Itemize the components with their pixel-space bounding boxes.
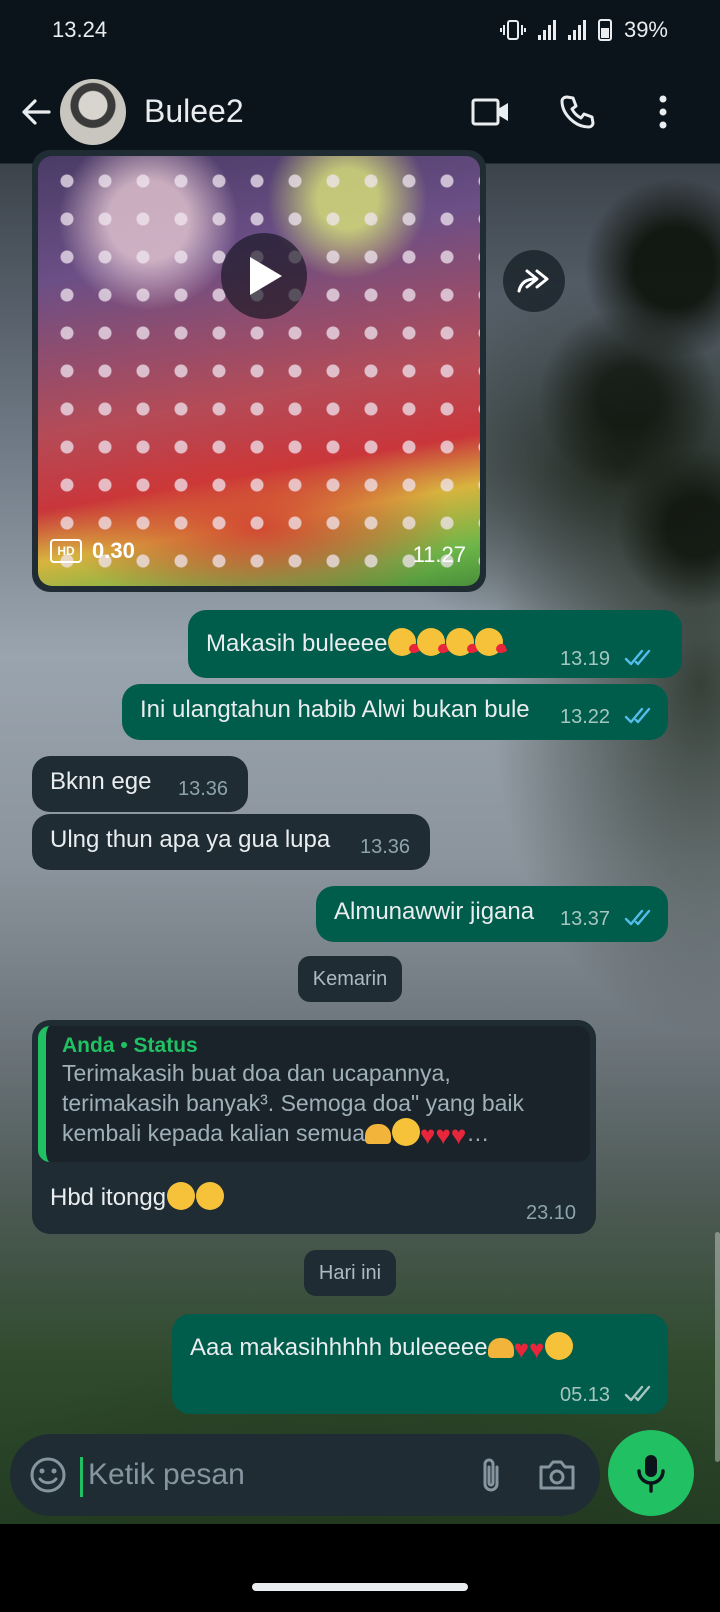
kissing-heart-emoji	[417, 628, 446, 656]
quote-line: kembali kepada kalian semua ♥♥♥…	[62, 1118, 574, 1150]
read-ticks-icon	[624, 649, 651, 666]
red-heart-emoji: ♥	[513, 1334, 529, 1364]
date-separator: Kemarin	[298, 956, 402, 1002]
message-time: 11.27	[412, 542, 466, 567]
message-text: Aaa makasihhhhh buleeeee	[190, 1334, 488, 1361]
message-time: 23.10	[526, 1202, 577, 1224]
voice-call-button[interactable]	[550, 85, 604, 139]
battery-icon	[597, 19, 612, 41]
red-heart-emoji: ♥	[529, 1334, 545, 1364]
message-text: Ulng thun apa ya gua lupa	[50, 826, 331, 853]
battery-level: 39%	[623, 17, 668, 42]
navigation-bar	[0, 1524, 720, 1612]
quote-line: Terimakasih buat doa dan ucapannya,	[62, 1060, 451, 1086]
quote-header: Anda • Status	[62, 1034, 574, 1058]
contact-name[interactable]: Bulee2	[144, 93, 244, 130]
kissing-heart-emoji	[475, 628, 504, 656]
menu-button[interactable]	[636, 85, 690, 139]
smiley-icon	[30, 1457, 66, 1493]
video-message[interactable]: HD 0.30 11.27	[32, 150, 486, 592]
red-heart-emoji: ♥	[450, 1120, 467, 1150]
arrow-left-icon	[22, 98, 51, 125]
paperclip-icon	[483, 1458, 499, 1492]
camera-icon	[539, 1460, 575, 1490]
scrollbar[interactable]	[715, 1232, 720, 1462]
message-text: Ini ulangtahun habib Alwi bukan bule	[140, 696, 530, 723]
play-icon	[250, 257, 282, 295]
message-text: Almunawwir jigana	[334, 898, 535, 925]
red-heart-emoji: ♥	[420, 1120, 436, 1150]
status-time: 13.24	[52, 17, 108, 42]
voice-message-button[interactable]	[608, 1430, 694, 1516]
more-vertical-icon	[659, 95, 667, 128]
vibrate-icon	[499, 20, 526, 40]
message-time: 13.36	[360, 836, 411, 858]
hd-badge: HD	[50, 539, 82, 563]
signal-icon-2	[567, 20, 586, 40]
signal-icon	[537, 20, 556, 40]
video-thumbnail[interactable]: HD 0.30 11.27	[38, 156, 480, 586]
kissing-heart-emoji	[388, 628, 417, 656]
quote-ellipsis: …	[466, 1120, 490, 1146]
video-camera-icon	[471, 98, 508, 125]
pleading-face-emoji	[545, 1332, 574, 1360]
read-ticks-icon	[624, 909, 651, 926]
attach-button[interactable]	[458, 1445, 524, 1505]
status-bar: 13.24 39%	[0, 0, 720, 60]
play-button[interactable]	[221, 233, 307, 319]
red-heart-emoji: ♥	[435, 1120, 451, 1150]
message-time: 13.19	[560, 648, 611, 670]
incoming-reply-message[interactable]: Anda • Status Terimakasih buat doa dan u…	[32, 1020, 596, 1234]
star-struck-emoji	[196, 1182, 225, 1210]
read-ticks-icon	[624, 707, 651, 724]
video-duration: 0.30	[92, 538, 135, 563]
heart-hands-emoji	[487, 1338, 514, 1358]
quote-line-text: kembali kepada kalian semua	[62, 1120, 366, 1146]
message-text: Bknn ege	[50, 768, 152, 795]
camera-button[interactable]	[524, 1445, 590, 1505]
message-time: 13.36	[178, 778, 229, 800]
incoming-message[interactable]: Bknn ege 13.36	[32, 756, 248, 812]
quote-separator: •	[120, 1034, 128, 1057]
microphone-icon	[637, 1455, 665, 1493]
phone-icon	[560, 95, 595, 128]
forward-button[interactable]	[503, 250, 565, 312]
chat-header: Bulee2	[0, 60, 720, 164]
quoted-status[interactable]: Anda • Status Terimakasih buat doa dan u…	[38, 1026, 590, 1162]
video-blur-overlay	[38, 156, 480, 586]
message-time: 13.37	[560, 908, 611, 930]
video-info: HD 0.30	[50, 538, 135, 564]
wallpaper-tree	[490, 164, 720, 684]
message-text: Hbd itongg	[50, 1184, 167, 1211]
outgoing-message[interactable]: Aaa makasihhhhh buleeeee ♥♥ 05.13	[172, 1314, 668, 1414]
forward-icon	[517, 269, 549, 293]
message-time: 13.22	[560, 706, 611, 728]
outgoing-message[interactable]: Makasih buleeee 13.19	[188, 610, 682, 678]
delivered-ticks-icon	[624, 1385, 651, 1402]
partying-face-emoji	[167, 1182, 196, 1210]
quote-source: Status	[133, 1034, 198, 1057]
message-composer	[10, 1434, 600, 1516]
quote-line: terimakasih banyak³. Semoga doa" yang ba…	[62, 1090, 525, 1116]
pleading-face-emoji	[392, 1118, 421, 1146]
quote-author: Anda	[62, 1034, 115, 1057]
outgoing-message[interactable]: Almunawwir jigana 13.37	[316, 886, 668, 942]
home-gesture-handle[interactable]	[252, 1583, 468, 1591]
message-input-wrapper	[78, 1445, 458, 1505]
contact-avatar[interactable]	[60, 78, 126, 145]
message-time: 05.13	[560, 1384, 611, 1406]
back-button[interactable]	[6, 82, 66, 142]
heart-hands-emoji	[365, 1124, 392, 1144]
kissing-heart-emoji	[446, 628, 475, 656]
message-text: Makasih buleeee	[206, 630, 388, 657]
emoji-button[interactable]	[18, 1445, 78, 1505]
message-input[interactable]	[78, 1445, 458, 1505]
video-call-button[interactable]	[464, 85, 518, 139]
outgoing-message[interactable]: Ini ulangtahun habib Alwi bukan bule 13.…	[122, 684, 668, 740]
incoming-message[interactable]: Ulng thun apa ya gua lupa 13.36	[32, 814, 430, 870]
status-icons: 39%	[499, 17, 668, 43]
date-separator: Hari ini	[304, 1250, 396, 1296]
